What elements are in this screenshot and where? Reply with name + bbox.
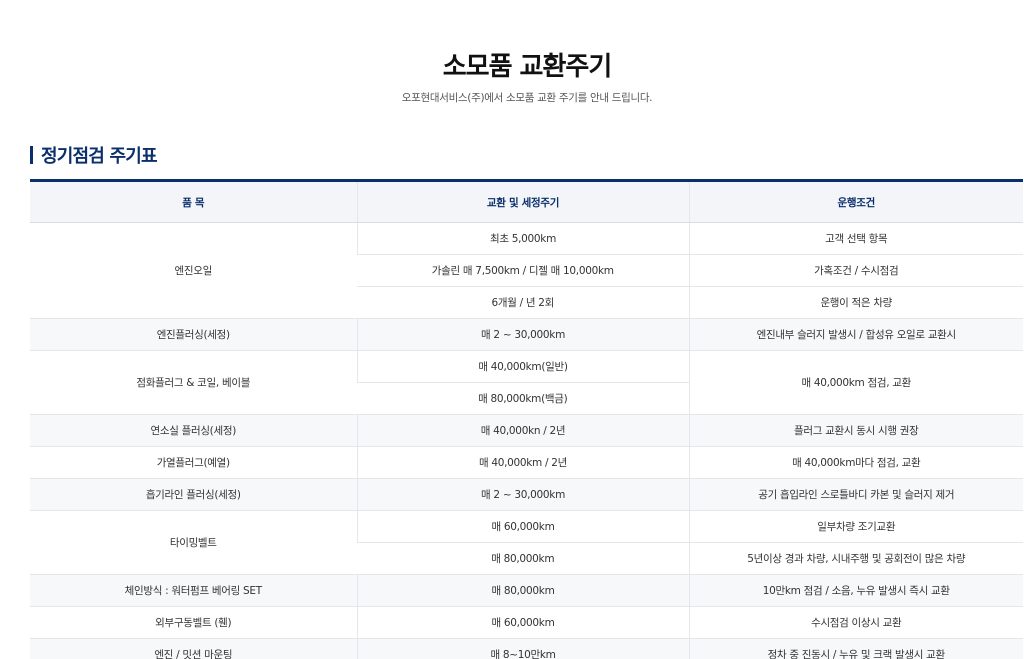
item-cell: 흡기라인 플러싱(세정): [30, 478, 357, 511]
condition-cell: 5년이상 경과 차량, 시내주행 및 공회전이 많은 차량: [688, 542, 1023, 575]
maintenance-table: 품 목 교환 및 세정주기 운행조건 엔진오일 최초 5,000km 고객 선택…: [30, 182, 1023, 659]
cycle-cell: 가솔린 매 7,500km / 디젤 매 10,000km: [357, 254, 689, 287]
section-title: 정기점검 주기표: [41, 146, 158, 167]
condition-cell: 10만km 점검 / 소음, 누유 발생시 즉시 교환: [688, 574, 1023, 607]
condition-cell: 고객 선택 항목: [688, 222, 1023, 255]
table-row: 흡기라인 플러싱(세정) 매 2 ~ 30,000km 공기 흡입라인 스로틀바…: [30, 478, 1023, 511]
item-cell: 엔진 / 밋션 마운팅: [30, 638, 357, 659]
page-title: 소모품 교환주기: [442, 52, 613, 82]
cycle-cell: 매 40,000km / 2년: [356, 446, 689, 479]
table-row: 엔진플러싱(세정) 매 2 ~ 30,000km 엔진내부 슬러지 발생시 / …: [30, 318, 1023, 351]
table-row: 점화플러그 & 코일, 베이블 매 40,000km(일반) 매 40,000k…: [30, 350, 1023, 415]
cycle-cell: 매 40,000kn / 2년: [356, 414, 689, 447]
item-cell: 외부구동벨트 (휀): [30, 606, 357, 639]
header-item: 품 목: [30, 182, 357, 223]
item-cell: 엔진오일: [30, 222, 357, 319]
table-row: 타이밍벨트 매 60,000km 일부차량 조기교환: [30, 510, 1023, 575]
condition-cell: 매 40,000km마다 점검, 교환: [688, 446, 1023, 479]
cycle-cell: 매 2 ~ 30,000km: [356, 478, 689, 511]
cycle-cell: 매 40,000km(일반): [356, 350, 689, 383]
cycle-cell: 매 80,000km: [356, 574, 689, 607]
page-subtitle: 오포현대서비스(주)에서 소모품 교환 주기를 안내 드립니다.: [401, 92, 653, 104]
section-marker: [30, 146, 33, 164]
condition-cell: 정차 중 진동시 / 누유 및 크랙 발생시 교환: [688, 638, 1023, 659]
condition-cell: 운행이 적은 차량: [688, 286, 1023, 319]
cycle-cell: 최초 5,000km: [356, 222, 689, 255]
item-cell: 연소실 플러싱(세정): [30, 414, 357, 447]
item-cell: 엔진플러싱(세정): [30, 318, 357, 351]
condition-cell: 매 40,000km 점검, 교환: [688, 350, 1023, 415]
cycle-cell: 매 60,000km: [356, 606, 689, 639]
condition-cell: 일부차량 조기교환: [688, 510, 1023, 543]
header-cycle: 교환 및 세정주기: [356, 182, 689, 223]
section-heading: 정기점검 주기표: [30, 144, 158, 167]
condition-cell: 공기 흡입라인 스로틀바디 카본 및 슬러지 제거: [688, 478, 1023, 511]
table-row: 가열플러그(예열) 매 40,000km / 2년 매 40,000km마다 점…: [30, 446, 1023, 479]
table-row: 연소실 플러싱(세정) 매 40,000kn / 2년 플러그 교환시 동시 시…: [30, 414, 1023, 447]
table-row: 외부구동벨트 (휀) 매 60,000km 수시점검 이상시 교환: [30, 606, 1023, 639]
cycle-cell: 매 8~10만km: [356, 638, 689, 659]
cycle-cell: 매 2 ~ 30,000km: [356, 318, 689, 351]
table-row: 엔진 / 밋션 마운팅 매 8~10만km 정차 중 진동시 / 누유 및 크랙…: [30, 638, 1023, 659]
header-condition: 운행조건: [688, 182, 1023, 223]
page: 소모품 교환주기 오포현대서비스(주)에서 소모품 교환 주기를 안내 드립니다…: [0, 0, 1024, 659]
item-cell: 체인방식 : 워터펌프 베어링 SET: [30, 574, 357, 607]
condition-cell: 수시점검 이상시 교환: [688, 606, 1023, 639]
condition-cell: 엔진내부 슬러지 발생시 / 합성유 오일로 교환시: [688, 318, 1023, 351]
condition-cell: 플러그 교환시 동시 시행 권장: [688, 414, 1023, 447]
table-row: 체인방식 : 워터펌프 베어링 SET 매 80,000km 10만km 점검 …: [30, 574, 1023, 607]
cycle-cell: 매 80,000km(백금): [357, 382, 689, 415]
maintenance-table-wrapper: 품 목 교환 및 세정주기 운행조건 엔진오일 최초 5,000km 고객 선택…: [30, 179, 1023, 659]
item-cell: 점화플러그 & 코일, 베이블: [30, 350, 357, 415]
table-header-row: 품 목 교환 및 세정주기 운행조건: [30, 182, 1023, 223]
cycle-cell: 매 60,000km: [356, 510, 689, 543]
item-cell: 타이밍벨트: [30, 510, 357, 575]
condition-cell: 가혹조건 / 수시점검: [688, 254, 1023, 287]
cycle-cell: 6개월 / 년 2회: [357, 286, 689, 319]
cycle-cell: 매 80,000km: [357, 542, 689, 575]
table-row: 엔진오일 최초 5,000km 고객 선택 항목: [30, 222, 1023, 319]
item-cell: 가열플러그(예열): [30, 446, 357, 479]
